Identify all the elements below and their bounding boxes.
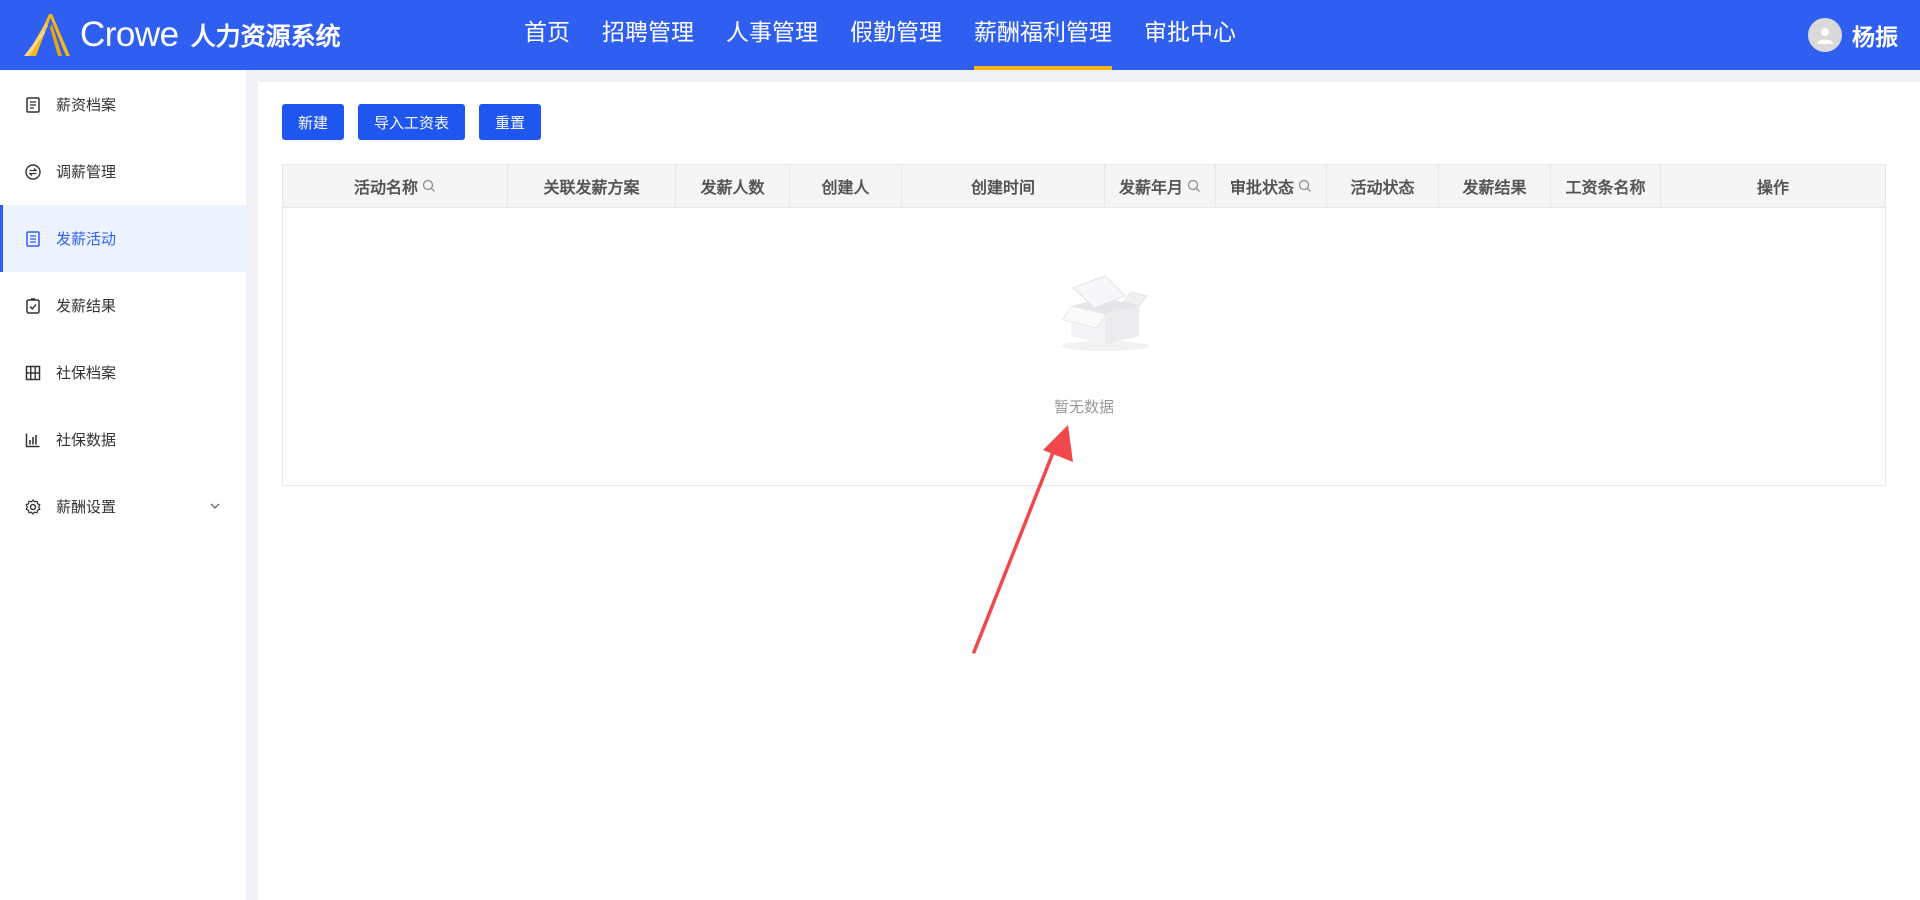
search-icon[interactable]	[422, 179, 436, 193]
top-nav: 首页 招聘管理 人事管理 假勤管理 薪酬福利管理 审批中心	[508, 0, 1252, 70]
sidebar-item-social-data[interactable]: 社保数据	[0, 406, 246, 473]
sidebar-item-label: 调薪管理	[56, 163, 117, 181]
top-header: Crowe 人力资源系统 首页 招聘管理 人事管理 假勤管理 薪酬福利管理 审批…	[0, 0, 1920, 70]
topnav-personnel[interactable]: 人事管理	[710, 0, 834, 70]
check-clipboard-icon	[24, 297, 42, 315]
column-pay-month[interactable]: 发薪年月	[1105, 165, 1216, 207]
sidebar-item-label: 社保数据	[56, 431, 117, 449]
document-icon	[24, 96, 42, 114]
search-icon[interactable]	[1298, 179, 1312, 193]
column-created-time: 创建时间	[902, 165, 1105, 207]
topnav-recruitment[interactable]: 招聘管理	[586, 0, 710, 70]
payroll-activity-table: 活动名称 关联发薪方案 发薪人数 创建人 创建时间 发薪年月 审批状态 活动状态…	[282, 164, 1886, 486]
gear-icon	[24, 498, 42, 516]
sidebar-item-compensation-settings[interactable]: 薪酬设置	[0, 473, 246, 540]
toolbar: 新建 导入工资表 重置	[282, 104, 555, 140]
column-linked-plan: 关联发薪方案	[508, 165, 676, 207]
sidebar-item-social-archive[interactable]: 社保档案	[0, 339, 246, 406]
topnav-approval[interactable]: 审批中心	[1128, 0, 1252, 70]
sidebar-item-salary-adjust[interactable]: 调薪管理	[0, 138, 246, 205]
annotation-arrow-icon	[972, 425, 1073, 654]
reset-button[interactable]: 重置	[479, 104, 542, 140]
column-creator: 创建人	[790, 165, 902, 207]
brand-name: Crowe	[80, 15, 179, 54]
new-button[interactable]: 新建	[282, 104, 345, 140]
grid-icon	[24, 364, 42, 382]
system-name: 人力资源系统	[190, 22, 341, 51]
user-menu[interactable]: 杨振	[1808, 17, 1898, 53]
column-approval-status[interactable]: 审批状态	[1216, 165, 1327, 207]
empty-state-text: 暂无数据	[1053, 398, 1114, 416]
crowe-logo-icon	[24, 14, 70, 56]
chevron-down-icon[interactable]	[208, 499, 222, 513]
column-activity-status: 活动状态	[1327, 165, 1439, 207]
bar-chart-icon	[24, 431, 42, 449]
column-activity-name[interactable]: 活动名称	[283, 165, 508, 207]
topnav-compensation[interactable]: 薪酬福利管理	[958, 0, 1128, 70]
exchange-icon	[24, 163, 42, 181]
sidebar-item-payroll-result[interactable]: 发薪结果	[0, 272, 246, 339]
column-actions: 操作	[1756, 178, 1789, 197]
main-content: 新建 导入工资表 重置 活动名称 关联发薪方案 发薪人数 创建人 创建时间 发薪…	[258, 82, 1920, 900]
sidebar-item-label: 发薪结果	[56, 297, 117, 315]
sidebar-item-label: 社保档案	[56, 364, 117, 382]
list-doc-icon	[24, 230, 42, 248]
table-header: 活动名称 关联发薪方案 发薪人数 创建人 创建时间 发薪年月 审批状态 活动状态…	[283, 165, 1885, 208]
sidebar-item-label: 薪资档案	[56, 96, 117, 114]
sidebar: 薪资档案 调薪管理 发薪活动 发薪结果 社保档案 社保数据 薪酬设置	[0, 70, 246, 900]
table-body: 暂无数据	[283, 208, 1885, 485]
logo[interactable]: Crowe 人力资源系统	[22, 12, 341, 58]
column-headcount: 发薪人数	[676, 165, 790, 207]
topnav-attendance[interactable]: 假勤管理	[834, 0, 958, 70]
topnav-home[interactable]: 首页	[508, 0, 586, 70]
empty-box-icon	[1061, 275, 1149, 351]
sidebar-item-salary-archive[interactable]: 薪资档案	[0, 71, 246, 138]
user-avatar-icon[interactable]	[1808, 18, 1842, 52]
sidebar-item-label: 发薪活动	[56, 230, 117, 248]
sidebar-item-label: 薪酬设置	[56, 498, 117, 516]
user-name[interactable]: 杨振	[1852, 18, 1898, 52]
search-icon[interactable]	[1187, 179, 1201, 193]
column-payslip-name: 工资条名称	[1551, 165, 1661, 207]
column-pay-result: 发薪结果	[1439, 165, 1551, 207]
import-payroll-button[interactable]: 导入工资表	[358, 104, 466, 140]
sidebar-item-payroll-activity[interactable]: 发薪活动	[0, 205, 246, 272]
